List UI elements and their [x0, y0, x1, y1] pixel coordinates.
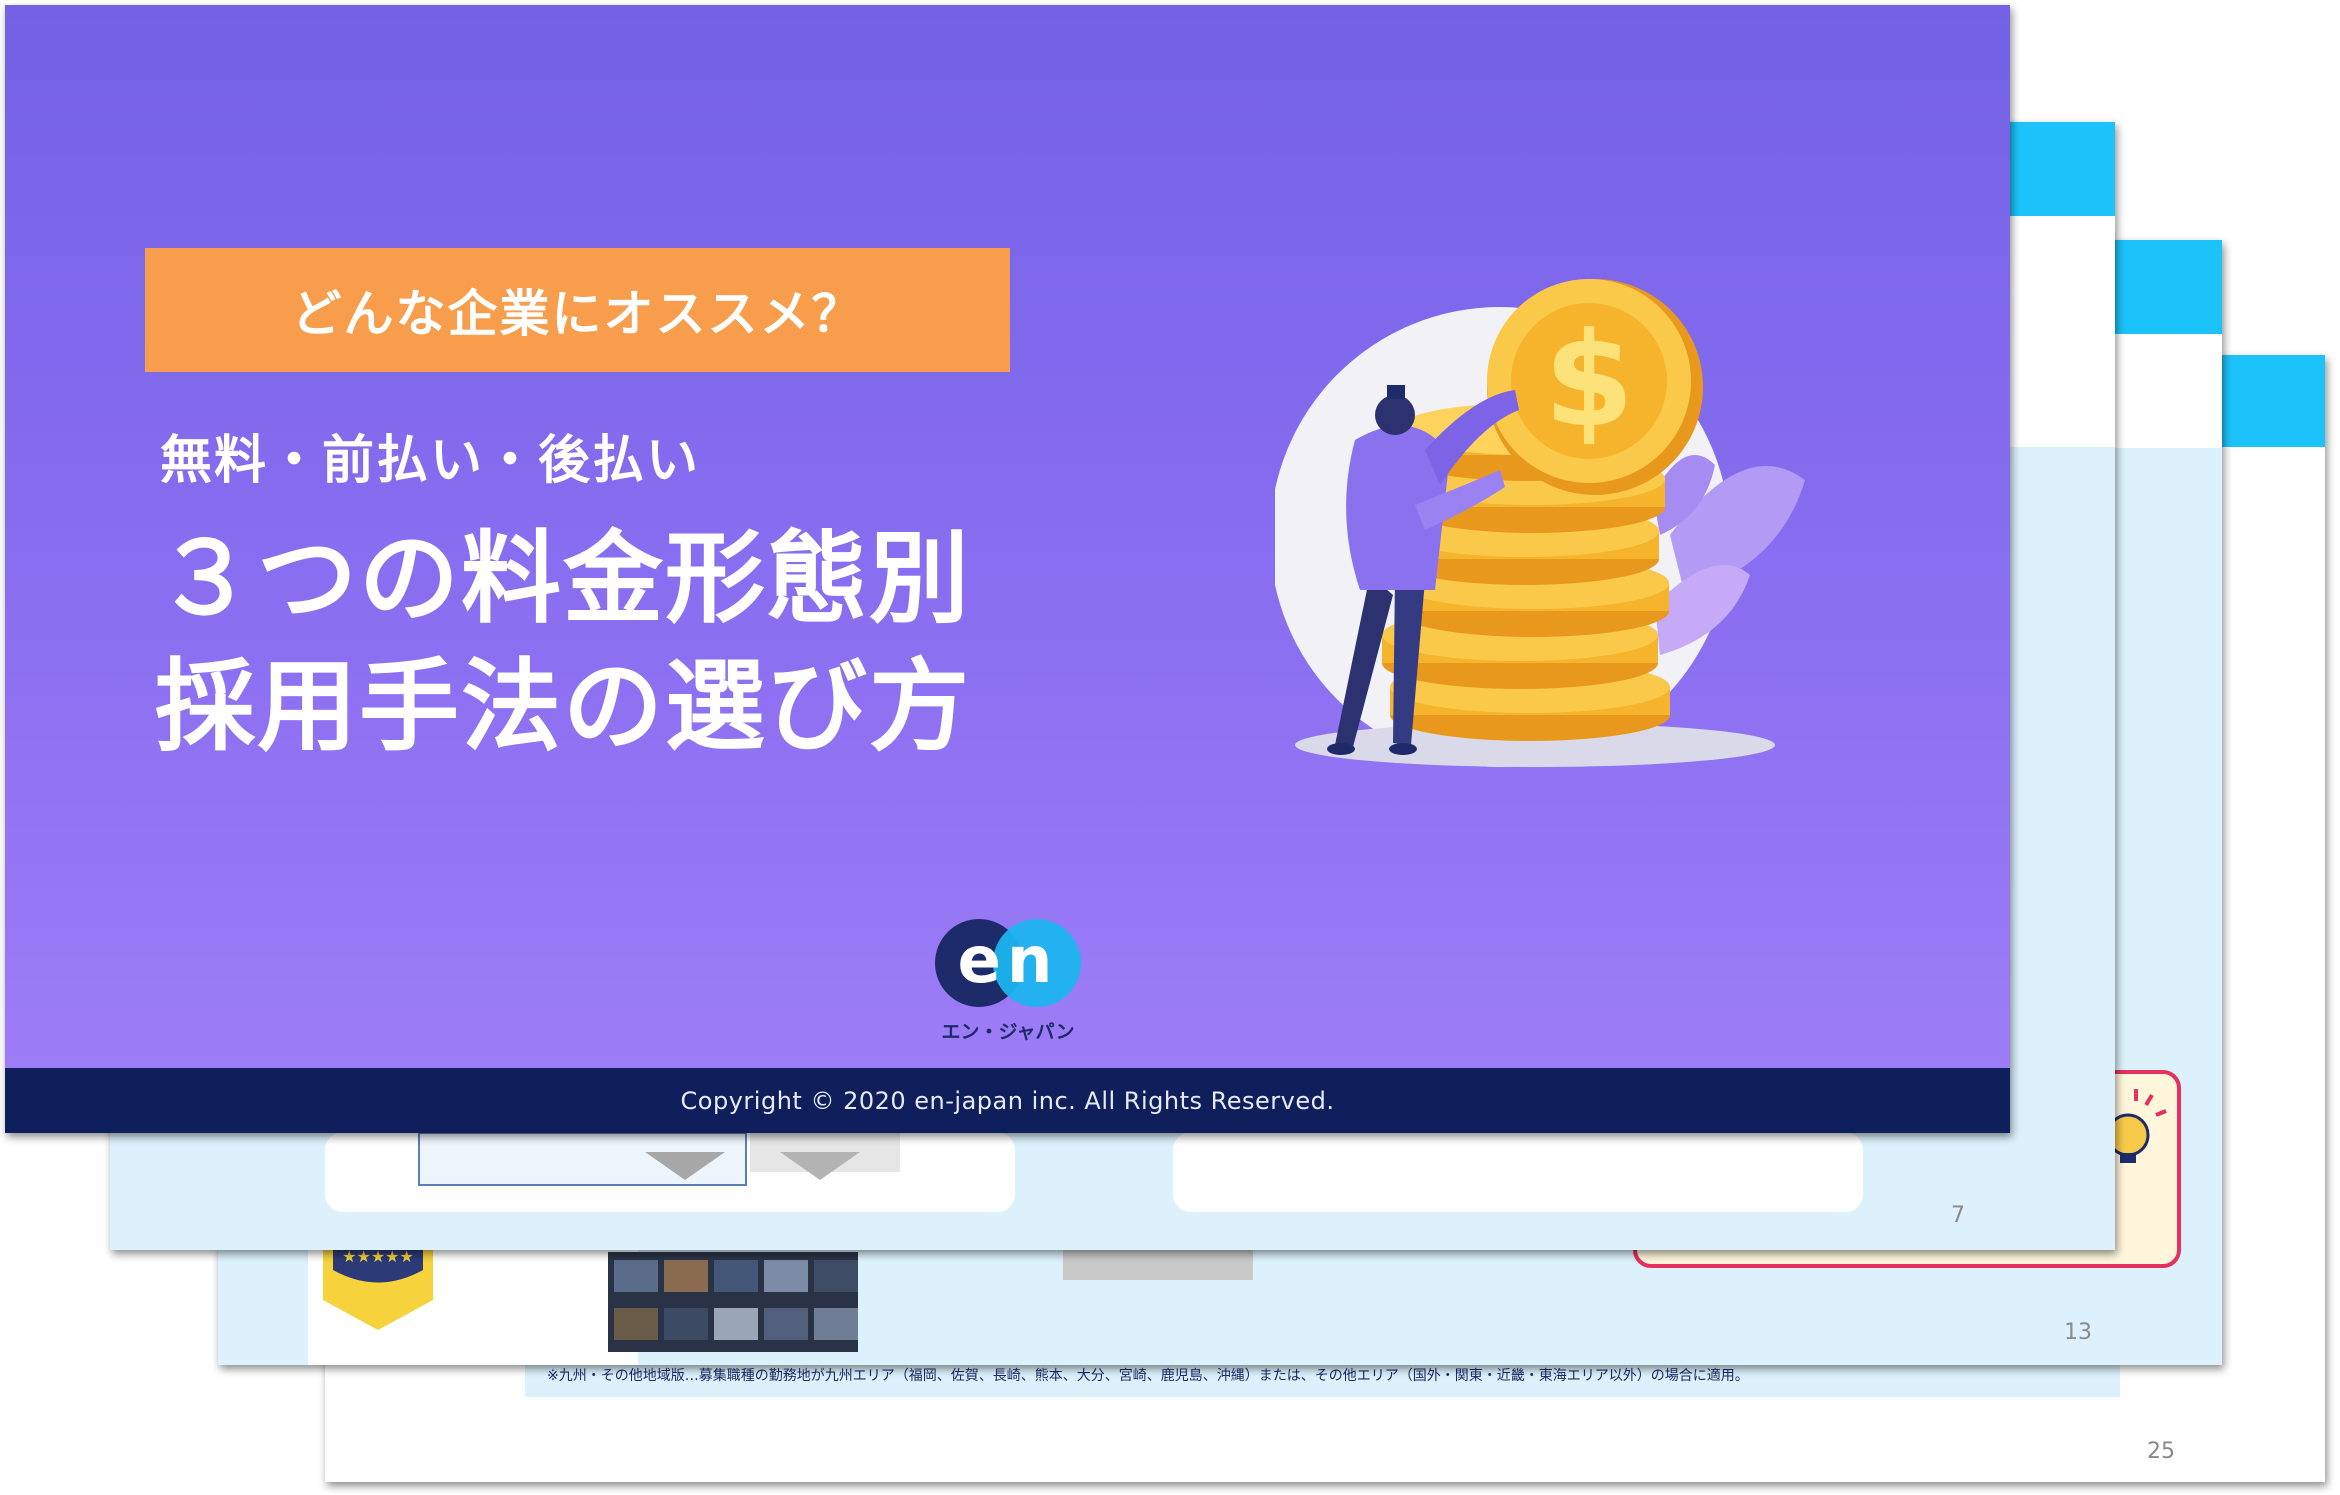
dollar-coin-icon: $ — [1487, 279, 1703, 495]
down-arrow-icon — [780, 1152, 860, 1180]
svg-text:$: $ — [1544, 304, 1634, 456]
cover-title-line-2: 採用手法の選び方 — [155, 648, 971, 765]
en-logo-text: en — [957, 924, 1059, 998]
page-number: 25 — [2147, 1439, 2175, 1464]
cover-slide: どんな企業にオススメ？ 無料・前払い・後払い ３つの料金形態別 採用手法の選び方 — [5, 5, 2010, 1133]
coin-stack-illustration: $ — [1275, 279, 1805, 767]
office-photo — [608, 1252, 858, 1352]
page-number: 7 — [1951, 1203, 1965, 1228]
en-logo-subtext: エン・ジャパン — [941, 1021, 1075, 1043]
cover-title-line-1: ３つの料金形態別 — [155, 520, 971, 637]
copyright-text: Copyright © 2020 en-japan inc. All Right… — [680, 1086, 1335, 1115]
cover-title: ３つの料金形態別 採用手法の選び方 — [155, 515, 971, 771]
cover-footer: Copyright © 2020 en-japan inc. All Right… — [5, 1068, 2010, 1133]
slide-stack: ※九州・その他地域版…募集職種の勤務地が九州エリア（福岡、佐賀、長崎、熊本、大分… — [0, 0, 2340, 1495]
down-arrow-icon — [645, 1152, 725, 1180]
award-medal-icon: ★★★★★ — [323, 1240, 433, 1330]
cover-subtitle: 無料・前払い・後払い — [160, 431, 701, 491]
content-card-right — [1173, 1132, 1863, 1212]
cover-tag: どんな企業にオススメ？ — [145, 248, 1010, 372]
page-number: 13 — [2064, 1320, 2092, 1345]
en-japan-logo: en エン・ジャパン — [933, 917, 1083, 1043]
